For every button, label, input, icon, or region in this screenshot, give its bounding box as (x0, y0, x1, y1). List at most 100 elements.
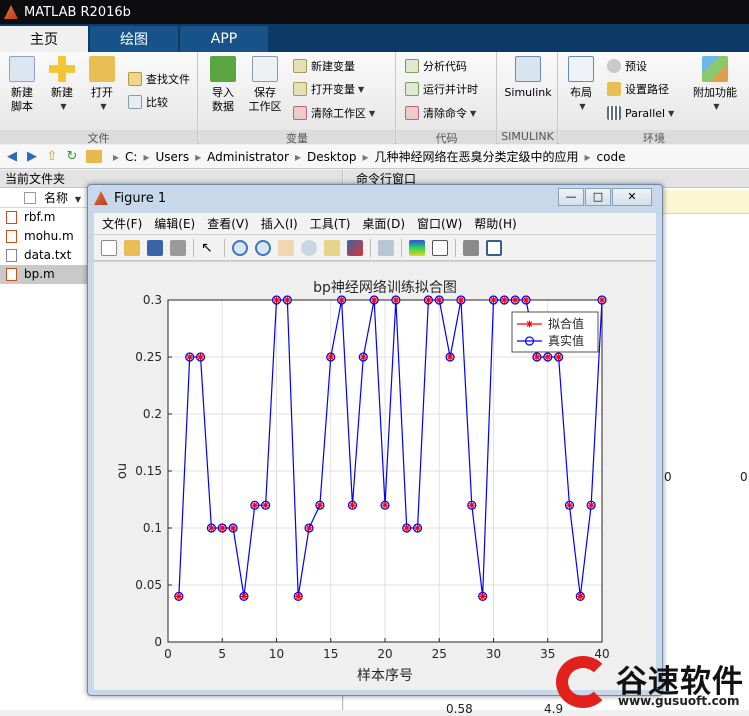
y-tick-label: 0.15 (135, 464, 162, 478)
figure-title: Figure 1 (114, 190, 167, 206)
y-tick-label: 0 (154, 635, 162, 649)
breadcrumb-project[interactable]: 几种神经网络在恶臭分类定级中的应用 (375, 148, 579, 165)
breadcrumb-users[interactable]: Users (155, 150, 189, 164)
import-data-button[interactable]: 导入 数据 (203, 56, 243, 114)
figure-menubar: 文件(F) 编辑(E) 查看(V) 插入(I) 工具(T) 桌面(D) 窗口(W… (94, 213, 656, 235)
maximize-button[interactable]: □ (585, 188, 611, 206)
point-fit (218, 524, 226, 532)
x-tick-label: 0 (164, 647, 172, 661)
link-plot-icon[interactable] (378, 239, 394, 256)
open-folder-icon (89, 56, 115, 82)
pointer-icon[interactable]: ↖ (201, 240, 217, 256)
x-tick-label: 25 (432, 647, 447, 661)
x-tick-label: 5 (218, 647, 226, 661)
clear-workspace-button[interactable]: 清除工作区 ▼ (293, 104, 375, 122)
save-workspace-icon (252, 56, 278, 82)
new-figure-icon[interactable] (101, 239, 117, 256)
menu-tools[interactable]: 工具(T) (310, 215, 351, 232)
menu-desktop[interactable]: 桌面(D) (362, 215, 405, 232)
simulink-button[interactable]: Simulink (502, 56, 554, 100)
set-path-button[interactable]: 设置路径 (607, 80, 669, 98)
breadcrumb-code[interactable]: code (597, 150, 626, 164)
menu-window[interactable]: 窗口(W) (417, 215, 462, 232)
menu-edit[interactable]: 编辑(E) (154, 215, 195, 232)
y-tick-label: 0.1 (143, 521, 162, 535)
hide-tools-icon[interactable] (463, 239, 479, 256)
new-button[interactable]: 新建 ▼ (42, 56, 82, 114)
x-tick-label: 15 (323, 647, 338, 661)
save-workspace-button[interactable]: 保存 工作区 (245, 56, 285, 114)
breadcrumb-desktop[interactable]: Desktop (307, 150, 357, 164)
new-script-button[interactable]: 新建 脚本 (2, 56, 42, 114)
compare-button[interactable]: 比较 (128, 93, 168, 111)
colorbar-icon[interactable] (409, 239, 425, 256)
ribbon-group-code: 分析代码 运行并计时 清除命令 ▼ 代码 (397, 52, 497, 145)
x-axis-label: 样本序号 (357, 668, 413, 684)
m-file-icon (6, 268, 17, 281)
tab-apps[interactable]: APP (180, 26, 268, 52)
new-script-icon (9, 56, 35, 82)
open-file-icon[interactable] (124, 239, 140, 256)
breadcrumb-c[interactable]: C: (125, 150, 137, 164)
m-file-icon (6, 211, 17, 224)
tab-home[interactable]: 主页 (0, 26, 88, 52)
menu-insert[interactable]: 插入(I) (261, 215, 298, 232)
data-cursor-icon[interactable] (324, 239, 340, 256)
figure-titlebar[interactable]: Figure 1 — □ ✕ (88, 185, 662, 211)
figure-canvas: 0 5 10 15 20 25 30 35 40 0 0.05 0.1 0.15 0.2 0.25 0.3 bp… (94, 262, 656, 690)
tab-plots[interactable]: 绘图 (90, 26, 178, 52)
y-tick-label: 0.25 (135, 350, 162, 364)
back-arrow-icon[interactable]: ◀ (4, 149, 20, 164)
analyze-code-icon (405, 59, 419, 73)
preferences-button[interactable]: 预设 (607, 57, 647, 75)
legend-icon[interactable] (432, 239, 448, 256)
menu-file[interactable]: 文件(F) (102, 215, 142, 232)
open-variable-button[interactable]: 打开变量 ▼ (293, 80, 364, 98)
print-icon[interactable] (170, 239, 186, 256)
import-data-icon (210, 56, 236, 82)
open-variable-icon (293, 82, 307, 96)
layout-icon (568, 56, 594, 82)
ribbon-group-environment-label: 环境 (559, 130, 749, 145)
show-tools-icon[interactable] (486, 239, 502, 256)
legend-marker-fit (526, 320, 533, 328)
parallel-button[interactable]: Parallel ▼ (607, 104, 674, 122)
new-plus-icon (49, 56, 75, 82)
zoom-out-icon[interactable] (255, 239, 271, 256)
folder-icon (86, 150, 102, 163)
clear-commands-button[interactable]: 清除命令 ▼ (405, 104, 476, 122)
pan-hand-icon[interactable] (278, 239, 294, 256)
forward-arrow-icon[interactable]: ▶ (24, 149, 40, 164)
ribbon-tabs: 主页 绘图 APP (0, 24, 749, 52)
menu-view[interactable]: 查看(V) (207, 215, 249, 232)
point-fit (207, 524, 215, 532)
zoom-in-icon[interactable] (232, 239, 248, 256)
matlab-logo-icon (94, 191, 108, 205)
brush-icon[interactable] (347, 239, 363, 256)
ribbon-group-file: 新建 脚本 新建 ▼ 打开 ▼ 查找文件 比较 文件 (0, 52, 198, 145)
legend-label-true: 真实值 (548, 333, 584, 348)
point-fit (229, 524, 237, 532)
watermark-url: www.gusuoft.com (618, 694, 740, 708)
rotate-3d-icon[interactable] (301, 239, 317, 256)
run-and-time-button[interactable]: 运行并计时 (405, 80, 478, 98)
close-button[interactable]: ✕ (612, 188, 652, 206)
find-files-icon (128, 72, 142, 86)
y-tick-label: 0.3 (143, 293, 162, 307)
layout-button[interactable]: 布局 ▼ (561, 56, 601, 114)
open-button[interactable]: 打开 ▼ (82, 56, 122, 114)
find-files-button[interactable]: 查找文件 (128, 70, 190, 88)
ribbon-group-file-label: 文件 (0, 130, 197, 145)
breadcrumb-administrator[interactable]: Administrator (207, 150, 289, 164)
browse-folder-icon[interactable]: ↻ (64, 149, 80, 164)
new-variable-button[interactable]: 新建变量 (293, 57, 355, 75)
figure-window[interactable]: Figure 1 — □ ✕ 文件(F) 编辑(E) 查看(V) 插入(I) 工… (87, 184, 663, 696)
column-checkbox-icon (24, 192, 36, 204)
minimize-button[interactable]: — (558, 188, 584, 206)
analyze-code-button[interactable]: 分析代码 (405, 57, 467, 75)
up-folder-icon[interactable]: ⇧ (44, 149, 60, 164)
addons-button[interactable]: 附加功能 ▼ (687, 56, 743, 114)
menu-help[interactable]: 帮助(H) (474, 215, 516, 232)
save-icon[interactable] (147, 239, 163, 256)
x-tick-label: 20 (377, 647, 392, 661)
